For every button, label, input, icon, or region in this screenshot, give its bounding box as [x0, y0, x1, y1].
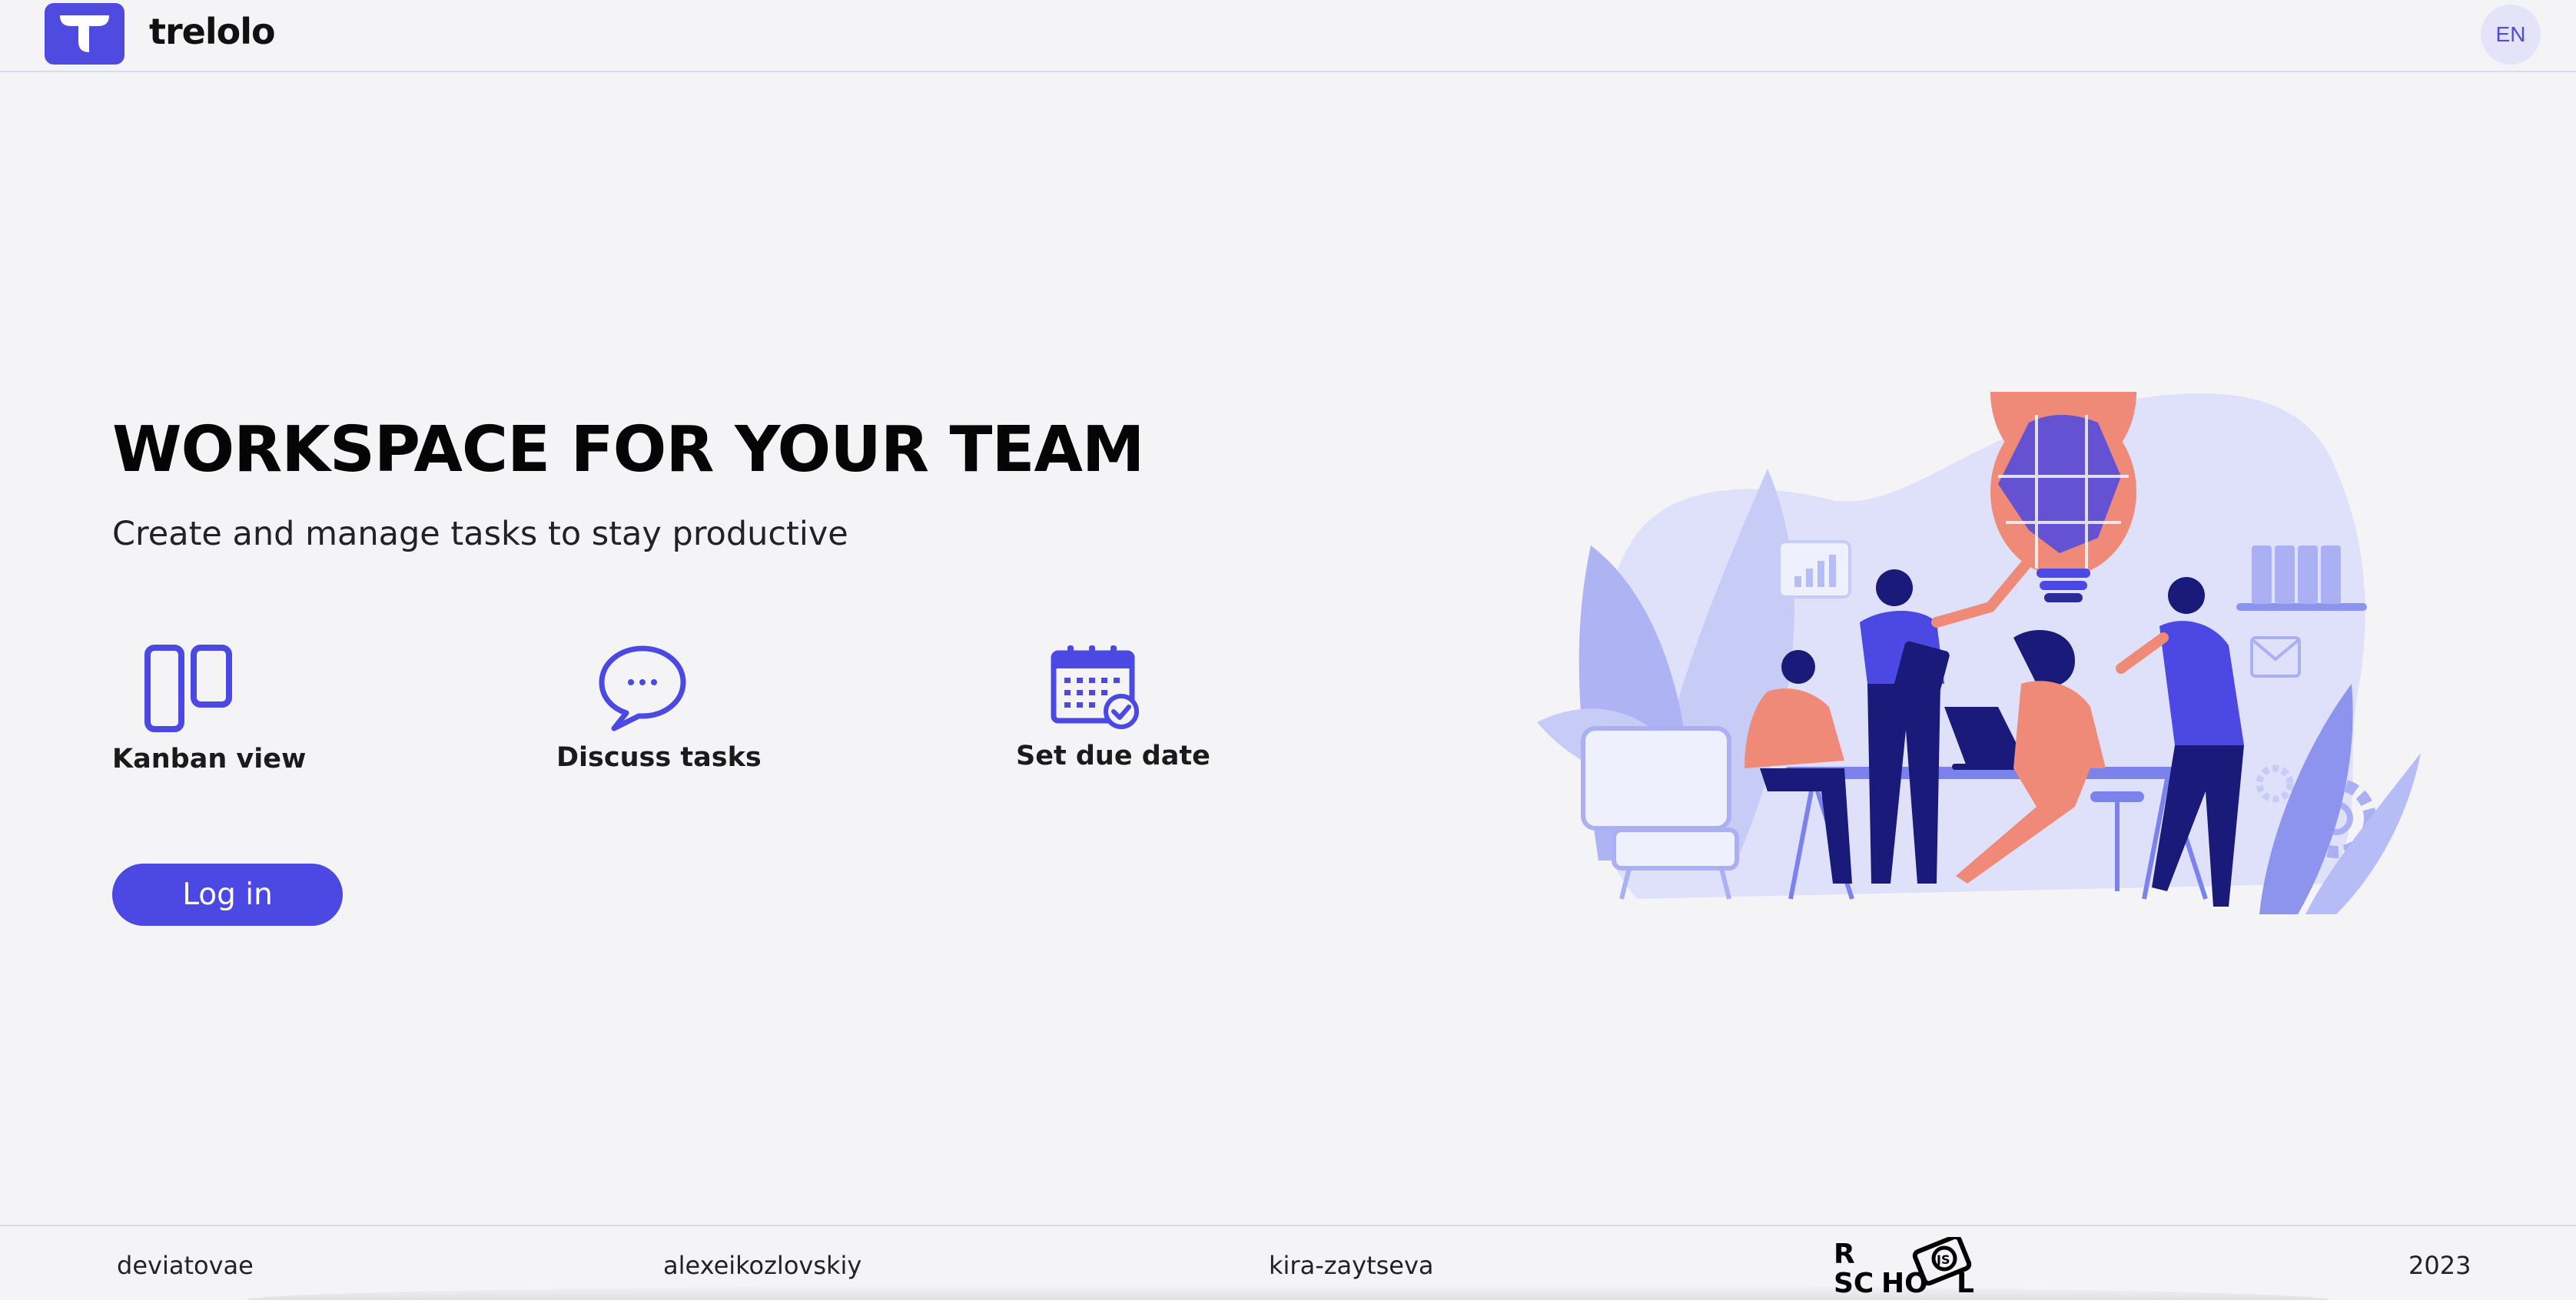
trelolo-logo-icon	[60, 15, 109, 52]
svg-text:R: R	[1834, 1239, 1855, 1270]
kanban-icon	[144, 645, 232, 732]
svg-text:SC: SC	[1834, 1268, 1874, 1295]
feature-label: Set due date	[1016, 741, 1210, 771]
author-link-alexeikozlovskiy[interactable]: alexeikozlovskiy	[663, 1251, 861, 1280]
calendar-check-icon	[1051, 645, 1139, 729]
feature-due-date: Set due date	[1016, 644, 1210, 771]
footer-year: 2023	[2408, 1251, 2471, 1280]
rs-school-logo[interactable]: R SC HO L JS	[1834, 1237, 1993, 1295]
app-header: trelolo EN	[0, 0, 2576, 72]
feature-discuss: Discuss tasks	[556, 644, 762, 773]
trelolo-logo[interactable]	[45, 3, 124, 65]
feature-kanban: Kanban view	[112, 644, 307, 774]
footer-shadow	[246, 1285, 2330, 1300]
brand-name[interactable]: trelolo	[149, 11, 276, 52]
app-footer: deviatovae alexeikozlovskiy kira-zaytsev…	[0, 1225, 2576, 1300]
author-link-deviatovae[interactable]: deviatovae	[117, 1251, 254, 1280]
page-title: WORKSPACE FOR YOUR TEAM	[112, 413, 1145, 486]
author-link-kira-zaytseva[interactable]: kira-zaytseva	[1269, 1251, 1434, 1280]
svg-text:JS: JS	[1936, 1252, 1950, 1267]
feature-label: Discuss tasks	[556, 742, 762, 773]
language-switch-button[interactable]: EN	[2481, 5, 2541, 65]
page-subtitle: Create and manage tasks to stay producti…	[112, 515, 848, 553]
chat-bubble-icon	[599, 645, 686, 731]
team-illustration	[1537, 392, 2421, 914]
login-button[interactable]: Log in	[112, 864, 343, 926]
feature-label: Kanban view	[112, 744, 307, 774]
